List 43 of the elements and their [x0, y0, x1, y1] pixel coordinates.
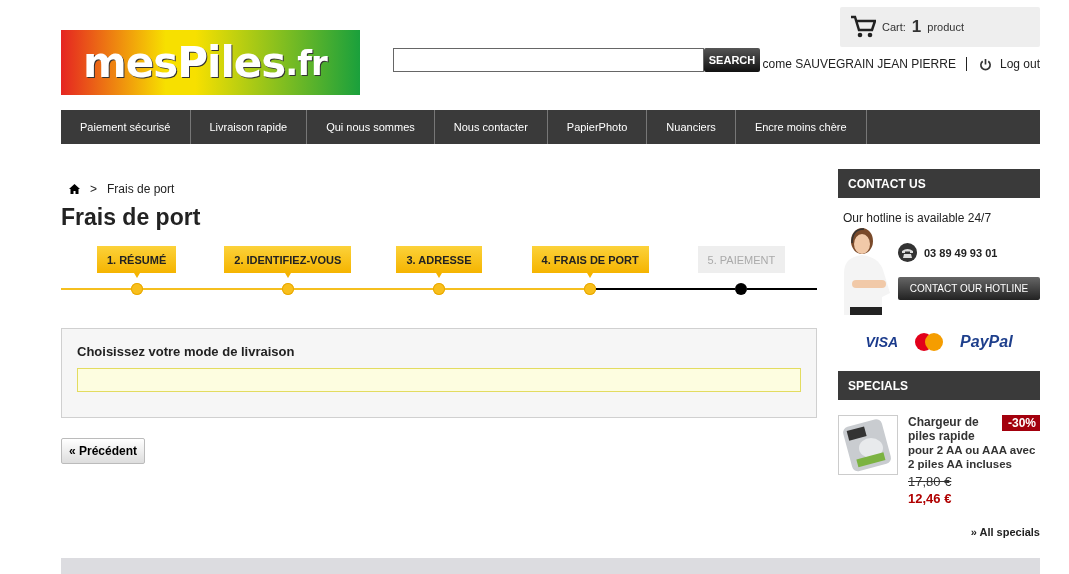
nav-item[interactable]: Nous contacter	[434, 110, 548, 144]
page-title: Frais de port	[61, 204, 202, 231]
cart-count: 1	[911, 17, 922, 37]
discount-badge: -30%	[1002, 415, 1040, 431]
product-name-continued[interactable]: pour 2 AA ou AAA avec 2 piles AA incluses	[908, 443, 1040, 471]
nav-item[interactable]: Nuanciers	[647, 110, 736, 144]
power-icon[interactable]	[978, 57, 992, 71]
nav-item[interactable]: Livraison rapide	[190, 110, 308, 144]
step-label: 4. FRAIS DE PORT	[531, 246, 649, 273]
step-label: 3. ADRESSE	[396, 246, 482, 273]
nav-item[interactable]: Paiement sécurisé	[61, 110, 191, 144]
cart-label: Cart:	[882, 21, 906, 33]
cart-unit: product	[927, 21, 964, 33]
old-price: 17,80 €	[908, 474, 953, 489]
nav-item[interactable]: Qui nous sommes	[307, 110, 435, 144]
breadcrumb-separator: >	[90, 182, 97, 196]
cart-panel[interactable]: Cart: 1 product	[840, 7, 1040, 47]
nav-item[interactable]: Encre moins chère	[735, 110, 867, 144]
back-button[interactable]: « Précédent	[61, 438, 146, 464]
step-label: 2. IDENTIFIEZ-VOUS	[224, 246, 352, 273]
cart-icon	[850, 15, 876, 39]
phone-icon	[898, 243, 917, 262]
breadcrumb-current: Frais de port	[107, 182, 175, 196]
welcome-text: come SAUVEGRAIN JEAN PIERRE	[762, 57, 956, 71]
contact-header: CONTACT US	[838, 169, 1040, 198]
product-price: 12,46 €	[908, 491, 953, 506]
product-name[interactable]: Chargeur de piles rapide	[908, 415, 994, 443]
paypal-logo: PayPal	[960, 333, 1013, 351]
contact-hotline-button[interactable]: CONTACT OUR HOTLINE	[898, 277, 1040, 300]
mastercard-logo	[914, 333, 945, 351]
home-icon[interactable]	[69, 184, 80, 194]
search-field[interactable]	[393, 48, 704, 72]
all-specials-link[interactable]: » All specials	[838, 526, 1040, 538]
phone-number: 03 89 49 93 01	[924, 246, 998, 259]
visa-logo: VISA	[865, 334, 899, 350]
nav-item[interactable]: PapierPhoto	[547, 110, 648, 144]
step-label: 5. PAIEMENT	[697, 246, 786, 273]
step-label: 1. RÉSUMÉ	[96, 246, 177, 273]
delivery-heading: Choisissez votre mode de livraison	[77, 344, 296, 359]
specials-header: SPECIALS	[838, 371, 1040, 400]
hotline-text: Our hotline is available 24/7	[843, 211, 993, 225]
search-button[interactable]: SEARCH	[704, 48, 760, 72]
logout-link[interactable]: Log out	[999, 57, 1040, 71]
